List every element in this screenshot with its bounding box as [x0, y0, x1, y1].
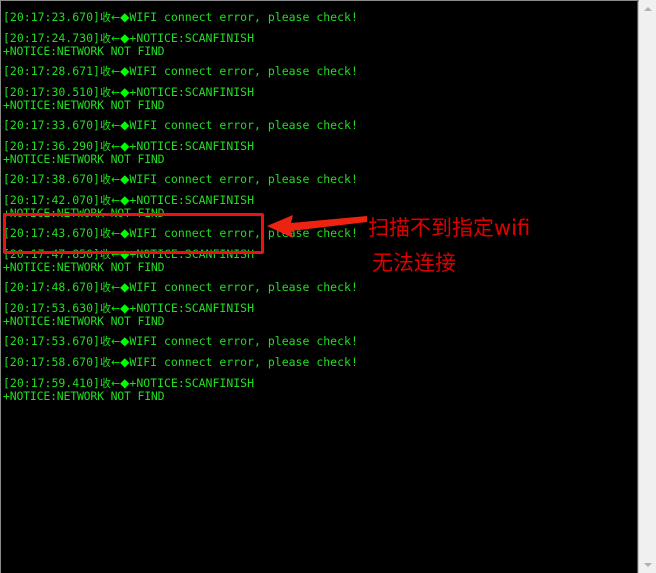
log-timestamp: [20:17:33.670]	[3, 118, 100, 132]
log-block: [20:17:47.850]收←◆+NOTICE:SCANFINISH +NOTI…	[3, 248, 635, 273]
log-timestamp: [20:17:23.670]	[3, 10, 100, 24]
diamond-bullet-icon: ◆	[120, 31, 130, 45]
diamond-bullet-icon: ◆	[120, 193, 130, 207]
log-line-main: [20:17:53.670]收←◆WIFI connect error, ple…	[3, 335, 635, 348]
log-timestamp: [20:17:47.850]	[3, 247, 100, 261]
direction-arrow-icon: ←	[110, 173, 121, 186]
scroll-down-button[interactable]	[639, 556, 656, 573]
log-timestamp: [20:17:42.070]	[3, 193, 100, 207]
receive-marker: 收	[99, 356, 111, 369]
log-message: WIFI connect error, please check!	[129, 172, 358, 186]
chevron-down-icon	[643, 562, 652, 567]
app-root: [20:17:23.670]收←◆WIFI connect error, ple…	[0, 0, 656, 573]
log-line-main: [20:17:28.671]收←◆WIFI connect error, ple…	[3, 65, 635, 78]
diamond-bullet-icon: ◆	[120, 118, 130, 132]
log-message: +NOTICE:SCANFINISH	[129, 85, 255, 99]
diamond-bullet-icon: ◆	[120, 226, 130, 240]
receive-marker: 收	[99, 119, 111, 132]
log-line-main: [20:17:33.670]收←◆WIFI connect error, ple…	[3, 119, 635, 132]
diamond-bullet-icon: ◆	[120, 247, 130, 261]
left-pointing-arrow-icon	[267, 215, 367, 238]
diamond-bullet-icon: ◆	[120, 10, 130, 24]
annotation-text-line-1: 扫描不到指定wifi	[368, 216, 531, 240]
log-message: WIFI connect error, please check!	[129, 355, 358, 369]
log-message: WIFI connect error, please check!	[129, 118, 358, 132]
log-output-area[interactable]: [20:17:23.670]收←◆WIFI connect error, ple…	[3, 11, 635, 573]
log-message: +NOTICE:SCANFINISH	[129, 139, 255, 153]
log-line-continuation: +NOTICE:NETWORK NOT FIND	[3, 389, 165, 403]
log-block: [20:17:38.670]收←◆WIFI connect error, ple…	[3, 173, 635, 186]
diamond-bullet-icon: ◆	[120, 376, 130, 390]
receive-marker: 收	[99, 65, 111, 78]
log-timestamp: [20:17:38.670]	[3, 172, 100, 186]
log-block: [20:17:59.410]收←◆+NOTICE:SCANFINISH +NOTI…	[3, 377, 635, 402]
scroll-up-button[interactable]	[639, 0, 656, 17]
serial-console[interactable]: [20:17:23.670]收←◆WIFI connect error, ple…	[0, 0, 638, 573]
direction-arrow-icon: ←	[110, 65, 121, 78]
log-line-main: [20:17:48.670]收←◆WIFI connect error, ple…	[3, 281, 635, 294]
diamond-bullet-icon: ◆	[120, 139, 130, 153]
log-message: +NOTICE:SCANFINISH	[129, 376, 255, 390]
log-block: [20:17:23.670]收←◆WIFI connect error, ple…	[3, 11, 635, 24]
log-message: WIFI connect error, please check!	[129, 10, 358, 24]
diamond-bullet-icon: ◆	[120, 172, 130, 186]
log-block: [20:17:30.510]收←◆+NOTICE:SCANFINISH +NOTI…	[3, 86, 635, 111]
log-line-main: [20:17:58.670]收←◆WIFI connect error, ple…	[3, 356, 635, 369]
chevron-up-icon	[643, 6, 652, 11]
log-message: WIFI connect error, please check!	[129, 334, 358, 348]
log-line-continuation: +NOTICE:NETWORK NOT FIND	[3, 260, 165, 274]
log-timestamp: [20:17:59.410]	[3, 376, 100, 390]
log-timestamp: [20:17:53.630]	[3, 301, 100, 315]
direction-arrow-icon: ←	[110, 335, 121, 348]
diamond-bullet-icon: ◆	[120, 64, 130, 78]
log-block: [20:17:33.670]收←◆WIFI connect error, ple…	[3, 119, 635, 132]
log-block: [20:17:24.730]收←◆+NOTICE:SCANFINISH +NOTI…	[3, 32, 635, 57]
log-block: [20:17:58.670]收←◆WIFI connect error, ple…	[3, 356, 635, 369]
log-timestamp: [20:17:36.290]	[3, 139, 100, 153]
direction-arrow-icon: ←	[110, 11, 121, 24]
log-timestamp: [20:17:28.671]	[3, 64, 100, 78]
receive-marker: 收	[99, 227, 111, 240]
direction-arrow-icon: ←	[110, 281, 121, 294]
log-message: +NOTICE:SCANFINISH	[129, 301, 255, 315]
direction-arrow-icon: ←	[110, 227, 121, 240]
log-timestamp: [20:17:43.670]	[3, 226, 100, 240]
log-block: [20:17:48.670]收←◆WIFI connect error, ple…	[3, 281, 635, 294]
direction-arrow-icon: ←	[110, 356, 121, 369]
receive-marker: 收	[99, 173, 111, 186]
log-message: WIFI connect error, please check!	[129, 280, 358, 294]
diamond-bullet-icon: ◆	[120, 301, 130, 315]
vertical-scrollbar[interactable]	[638, 0, 656, 573]
log-message: +NOTICE:SCANFINISH	[129, 31, 255, 45]
diamond-bullet-icon: ◆	[120, 280, 130, 294]
log-timestamp: [20:17:30.510]	[3, 85, 100, 99]
log-timestamp: [20:17:48.670]	[3, 280, 100, 294]
log-timestamp: [20:17:53.670]	[3, 334, 100, 348]
log-line-continuation: +NOTICE:NETWORK NOT FIND	[3, 98, 165, 112]
log-message: +NOTICE:SCANFINISH	[129, 247, 255, 261]
log-block: [20:17:28.671]收←◆WIFI connect error, ple…	[3, 65, 635, 78]
log-message: +NOTICE:SCANFINISH	[129, 193, 255, 207]
diamond-bullet-icon: ◆	[120, 355, 130, 369]
log-timestamp: [20:17:24.730]	[3, 31, 100, 45]
log-line-continuation: +NOTICE:NETWORK NOT FIND	[3, 152, 165, 166]
log-line-main: [20:17:23.670]收←◆WIFI connect error, ple…	[3, 11, 635, 24]
log-message: WIFI connect error, please check!	[129, 64, 358, 78]
log-line-main: [20:17:38.670]收←◆WIFI connect error, ple…	[3, 173, 635, 186]
direction-arrow-icon: ←	[110, 119, 121, 132]
annotation-text-line-2: 无法连接	[372, 251, 456, 275]
log-line-continuation: +NOTICE:NETWORK NOT FIND	[3, 44, 165, 58]
log-block: [20:17:53.630]收←◆+NOTICE:SCANFINISH +NOTI…	[3, 302, 635, 327]
log-line-continuation: +NOTICE:NETWORK NOT FIND	[3, 314, 165, 328]
receive-marker: 收	[99, 281, 111, 294]
log-timestamp: [20:17:58.670]	[3, 355, 100, 369]
scrollbar-track[interactable]	[639, 17, 656, 556]
log-block: [20:17:36.290]收←◆+NOTICE:SCANFINISH +NOTI…	[3, 140, 635, 165]
diamond-bullet-icon: ◆	[120, 334, 130, 348]
receive-marker: 收	[99, 335, 111, 348]
receive-marker: 收	[99, 11, 111, 24]
log-block: [20:17:53.670]收←◆WIFI connect error, ple…	[3, 335, 635, 348]
diamond-bullet-icon: ◆	[120, 85, 130, 99]
